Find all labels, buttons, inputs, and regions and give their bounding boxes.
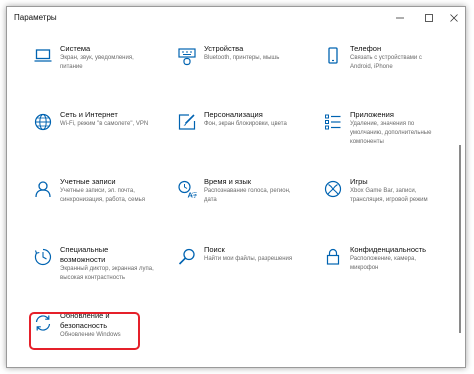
tile-description: Расположение, камера, микрофон [350,256,417,271]
tile-name: Система [60,44,91,53]
devices-icon [177,46,197,66]
tile-description: Учетные записи, эл. почта, синхронизация… [60,188,145,203]
time-language-icon: A 字 [177,179,197,199]
globe-icon [33,112,53,132]
tile-apps[interactable]: Приложения Удаление, значения по умолчан… [323,110,443,160]
tile-name: Поиск [204,245,225,254]
settings-window: Параметры Система Экран, звук, уведомлен… [6,6,466,368]
tile-description: Найти мои файлы, разрешения [204,256,293,262]
highlight-frame [29,312,140,350]
personalization-icon [177,112,197,132]
apps-icon [323,112,343,132]
laptop-icon [33,46,53,66]
tile-description: Связать с устройствами с Android, iPhone [350,55,422,70]
tile-network[interactable]: Сеть и Интернет Wi-Fi, режим "в самолете… [33,110,153,160]
tile-time-language[interactable]: A 字 Время и язык Распознавание голоса, р… [177,177,297,227]
close-button[interactable] [441,7,467,29]
tile-description: Xbox Game Bar, записи, трансляция, игров… [350,188,428,203]
tile-privacy[interactable]: Конфиденциальность Расположение, камера,… [323,245,443,295]
xbox-icon [323,179,343,199]
tile-description: Удаление, значения по умолчанию, дополни… [350,121,432,145]
title-bar[interactable]: Параметры [7,7,465,29]
tile-name: Устройства [204,44,244,53]
tile-description: Распознавание голоса, регион, дата [204,188,291,203]
tile-phone[interactable]: Телефон Связать с устройствами с Android… [323,44,443,94]
tile-accounts[interactable]: Учетные записи Учетные записи, эл. почта… [33,177,153,227]
tile-name: Приложения [350,110,394,119]
tile-name: Время и язык [204,177,252,186]
search-icon [177,247,197,267]
minimize-icon [396,17,404,19]
scrollbar[interactable] [459,145,461,333]
account-icon [33,179,53,199]
window-title: Параметры [14,13,57,22]
tile-devices[interactable]: Устройства Bluetooth, принтеры, мышь [177,44,297,94]
tile-accessibility[interactable]: Специальные возможности Экранный диктор,… [33,245,154,295]
tile-description: Bluetooth, принтеры, мышь [204,55,280,61]
tile-description: Экран, звук, уведомления, питание [60,55,134,70]
tile-name: Учетные записи [60,177,116,186]
phone-icon [323,46,343,66]
tile-name: Персонализация [204,110,263,119]
tile-description: Фон, экран блокировки, цвета [204,121,287,127]
svg-text:字: 字 [192,192,197,200]
tile-name: Конфиденциальность [350,245,427,254]
tile-system[interactable]: Система Экран, звук, уведомления, питани… [33,44,153,94]
tile-description: Wi-Fi, режим "в самолете", VPN [60,121,149,127]
close-icon [450,14,458,22]
tile-description: Экранный диктор, экранная лупа, высокая … [60,266,154,281]
minimize-button[interactable] [387,7,413,29]
accessibility-icon [33,247,53,267]
maximize-button[interactable] [416,7,442,29]
lock-icon [323,247,343,267]
maximize-icon [425,14,433,22]
tile-gaming[interactable]: Игры Xbox Game Bar, записи, трансляция, … [323,177,443,227]
tile-name: Сеть и Интернет [60,110,118,119]
tile-search[interactable]: Поиск Найти мои файлы, разрешения [177,245,297,295]
tile-name: Специальные возможности [60,245,109,264]
tile-personalization[interactable]: Персонализация Фон, экран блокировки, цв… [177,110,297,160]
tile-name: Игры [350,177,368,186]
tile-name: Телефон [350,44,382,53]
